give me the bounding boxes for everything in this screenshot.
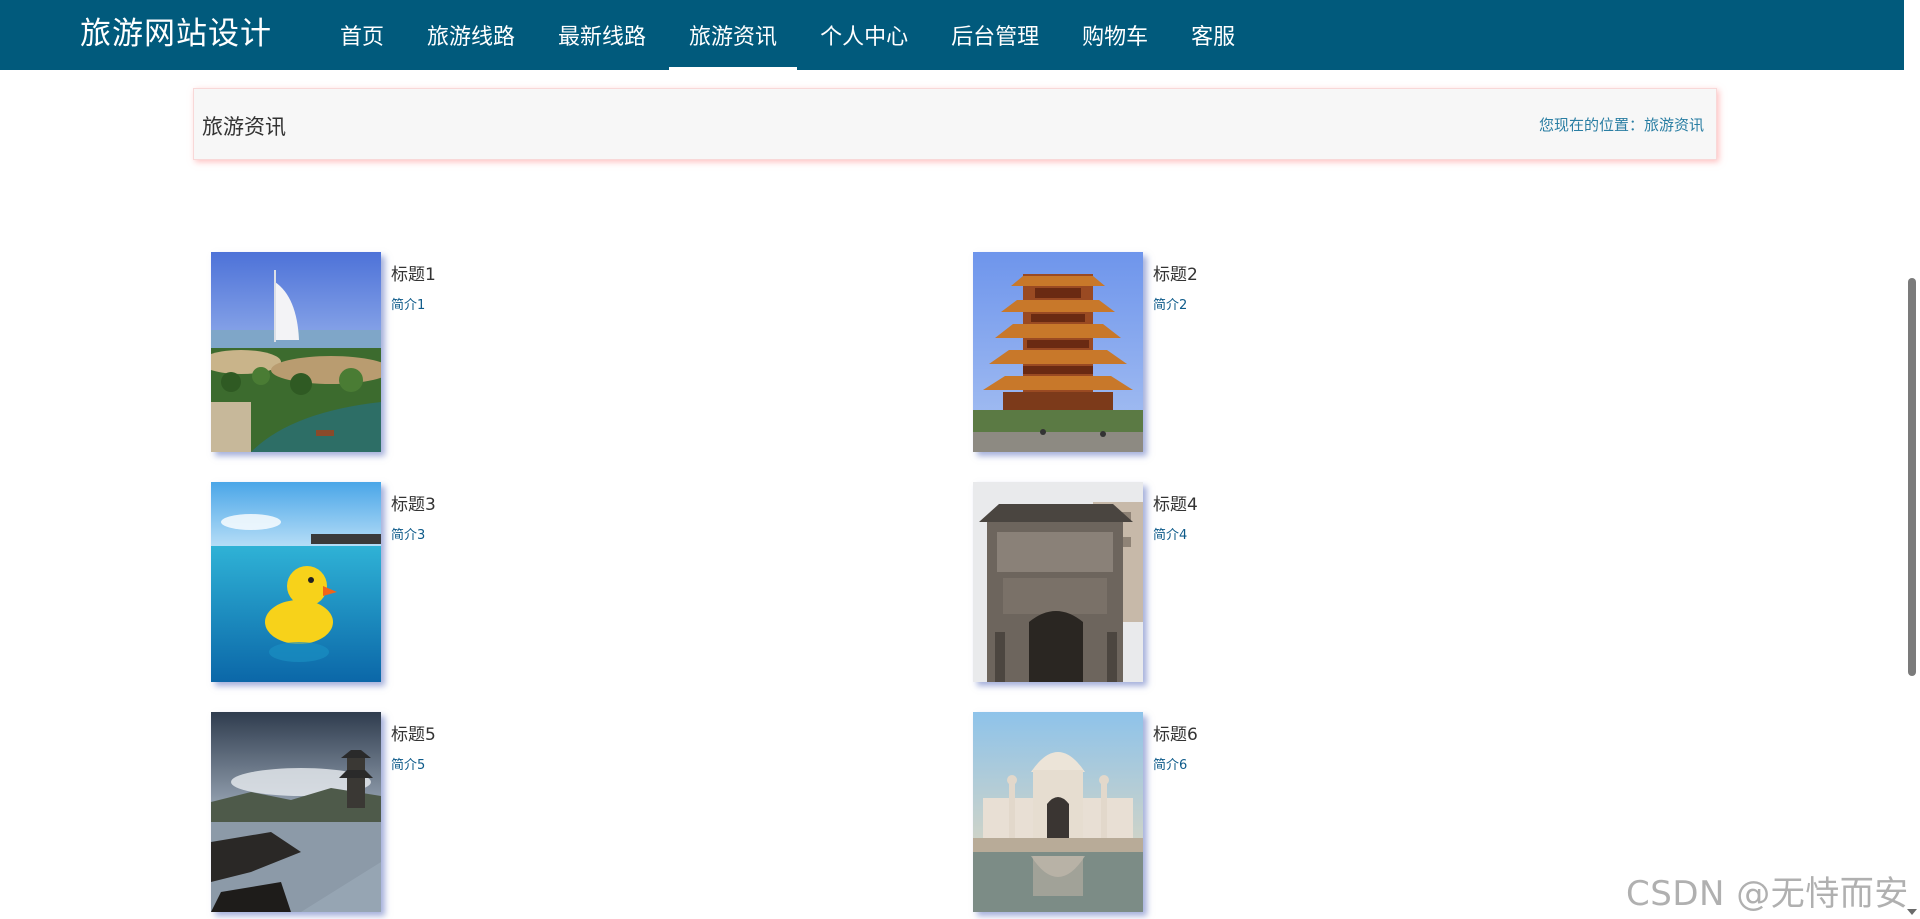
news-title[interactable]: 标题3 (391, 490, 436, 515)
burj-al-arab-photo[interactable] (211, 252, 381, 452)
taj-mahal-photo[interactable] (973, 712, 1143, 912)
rubber-duck-pool-photo[interactable] (211, 482, 381, 682)
csdn-watermark: CSDN @无恃而安 (1626, 874, 1909, 914)
news-desc: 简介2 (1153, 298, 1188, 313)
news-desc: 简介6 (1153, 758, 1188, 773)
nav-item-latest-routes[interactable]: 最新线路 (538, 0, 666, 70)
scrollbar-thumb[interactable] (1908, 278, 1916, 676)
main-nav: 首页 旅游线路 最新线路 旅游资讯 个人中心 后台管理 购物车 客服 (320, 0, 1258, 70)
news-item[interactable]: 标题4 简介4 (973, 482, 1673, 682)
page-scrollbar[interactable] (1904, 0, 1920, 919)
news-title[interactable]: 标题1 (391, 260, 436, 285)
yellow-crane-tower-photo[interactable] (973, 252, 1143, 452)
news-item[interactable]: 标题6 简介6 (973, 712, 1673, 912)
nav-item-home[interactable]: 首页 (320, 0, 404, 70)
nav-item-cart[interactable]: 购物车 (1062, 0, 1168, 70)
news-item[interactable]: 标题5 简介5 (211, 712, 911, 912)
page-header: 旅游资讯 您现在的位置：旅游资讯 (193, 88, 1717, 160)
nav-item-user-center[interactable]: 个人中心 (800, 0, 928, 70)
site-brand[interactable]: 旅游网站设计 (80, 14, 272, 54)
news-title[interactable]: 标题6 (1153, 720, 1198, 745)
nav-item-service[interactable]: 客服 (1171, 0, 1255, 70)
news-title[interactable]: 标题4 (1153, 490, 1198, 515)
top-navbar: 旅游网站设计 首页 旅游线路 最新线路 旅游资讯 个人中心 后台管理 购物车 客… (0, 0, 1904, 70)
news-desc: 简介3 (391, 528, 426, 543)
page-title: 旅游资讯 (202, 115, 286, 139)
news-item[interactable]: 标题1 简介1 (211, 252, 911, 452)
news-desc: 简介1 (391, 298, 426, 313)
news-desc: 简介4 (1153, 528, 1188, 543)
breadcrumb[interactable]: 您现在的位置：旅游资讯 (1539, 114, 1704, 135)
stone-archway-photo[interactable] (973, 482, 1143, 682)
nav-item-routes[interactable]: 旅游线路 (407, 0, 535, 70)
news-item[interactable]: 标题2 简介2 (973, 252, 1673, 452)
nav-item-admin[interactable]: 后台管理 (931, 0, 1059, 70)
pagoda-lake-photo[interactable] (211, 712, 381, 912)
news-grid: 标题1 简介1 标题2 简介2 标题3 简介3 标题4 简介4 标题5 简介5 … (211, 252, 1735, 912)
news-title[interactable]: 标题2 (1153, 260, 1198, 285)
news-item[interactable]: 标题3 简介3 (211, 482, 911, 682)
nav-item-travel-news[interactable]: 旅游资讯 (669, 0, 798, 70)
news-title[interactable]: 标题5 (391, 720, 436, 745)
news-desc: 简介5 (391, 758, 426, 773)
